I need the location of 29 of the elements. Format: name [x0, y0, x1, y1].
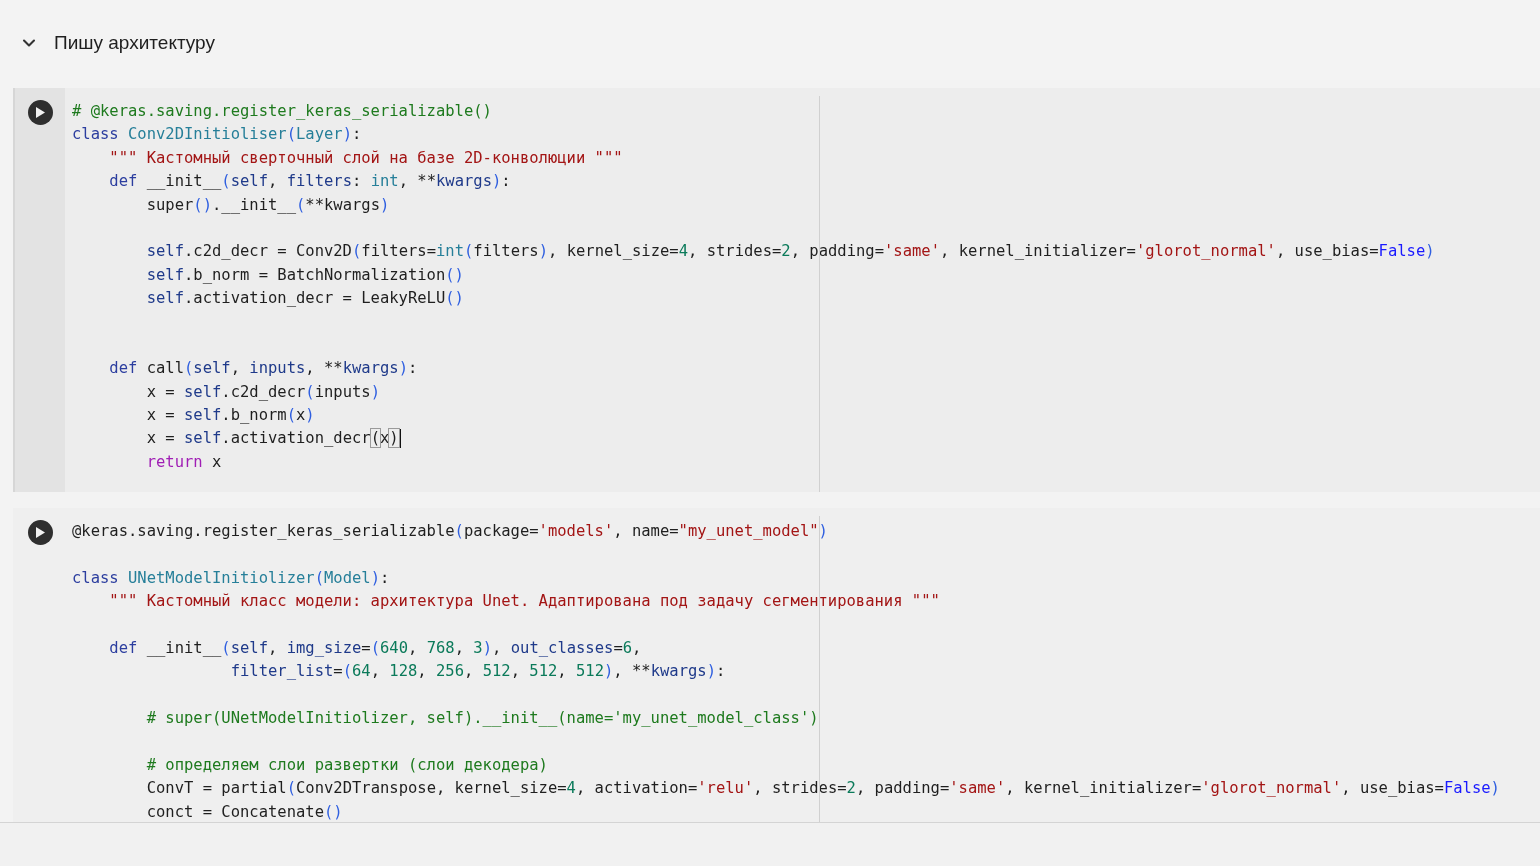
code-line: conct = Concatenate() [145, 801, 343, 822]
code-line: x = self.b_norm(x) [145, 405, 315, 427]
code-line: # @keras.saving.register_keras_serializable() [72, 101, 492, 122]
code-line: @keras.saving.register_keras_serializable(package='models', name="my_unet_model") [72, 521, 828, 542]
code-line: filter_list=(64, 128, 256, 512, 512, 512), **kwargs): [229, 661, 726, 683]
code-cell[interactable] [13, 88, 1540, 492]
code-line: x = self.c2d_decr(inputs) [145, 381, 380, 403]
section-title: Пишу архитектуру [54, 30, 215, 55]
run-button[interactable] [27, 520, 53, 545]
code-line: # super(UNetModelInitiolizer, self).__init__(name='my_unet_model_class') [145, 708, 819, 730]
code-line: super().__init__(**kwargs) [145, 194, 390, 216]
code-line: def call(self, inputs, **kwargs): [108, 358, 418, 380]
code-line: class Conv2DInitioliser(Layer): [72, 124, 362, 146]
code-line: def __init__(self, filters: int, **kwargs): [108, 171, 511, 193]
code-line: ConvT = partial(Conv2DTranspose, kernel_size=4, activation='relu', strides=2, padding='same', kernel_initializer='glorot_normal', use_bias=False) [145, 778, 1500, 800]
play-icon [35, 107, 45, 118]
code-line: def __init__(self, img_size=(640, 768, 3), out_classes=6, [108, 637, 642, 659]
run-button[interactable] [27, 100, 53, 125]
code-line: """ Кастомный класс модели: архитектура Unet. Адаптирована под задачу сегментирования """ [108, 591, 940, 613]
code-line: return x [145, 451, 222, 473]
code-line: x = self.activation_decr(x) [145, 428, 401, 451]
code-line: self.b_norm = BatchNormalization() [145, 264, 464, 286]
code-line: self.c2d_decr = Conv2D(filters=int(filters), kernel_size=4, strides=2, padding='same', kernel_initializer='glorot_normal', use_bias=False) [145, 241, 1435, 263]
play-icon [35, 527, 45, 538]
code-line: """ Кастомный сверточный слой на базе 2D-конволюции """ [108, 147, 623, 169]
code-line: self.activation_decr = LeakyReLU() [145, 288, 464, 310]
code-cell[interactable] [13, 508, 1540, 822]
code-line: # определяем слои развертки (слои декодера) [145, 754, 548, 776]
code-line: class UNetModelInitiolizer(Model): [72, 567, 390, 589]
